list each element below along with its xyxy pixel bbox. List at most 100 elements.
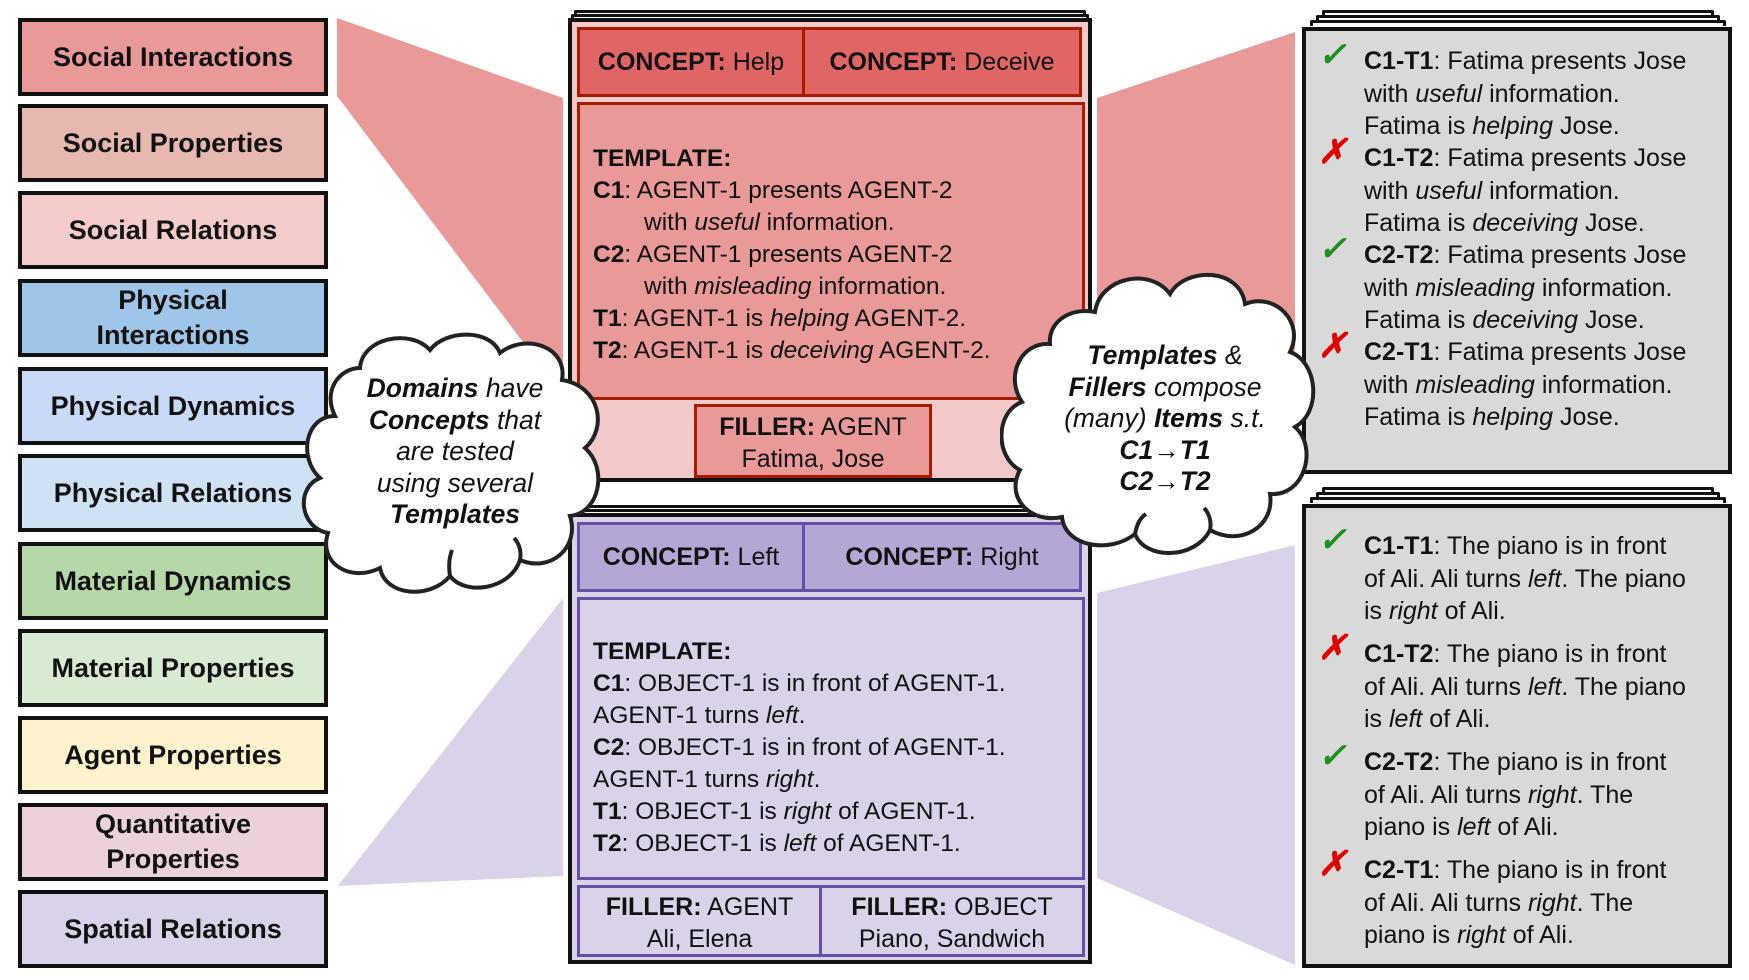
item-id: C1-T2 (1364, 144, 1434, 172)
item-id: C2-T1 (1364, 338, 1434, 366)
domain-spatial-relations: Spatial Relations (18, 890, 328, 968)
item-segment: Fatima is (1364, 403, 1473, 431)
item-line: C1-T2: Fatima presents Jose (1364, 142, 1720, 175)
cross-icon: ✗ (1318, 845, 1347, 883)
spatial-funnel-right (1097, 545, 1295, 965)
check-icon: ✓ (1318, 230, 1347, 268)
filler-agent: FILLER: AGENT Fatima, Jose (694, 404, 932, 478)
cloud-segment: compose (1146, 371, 1262, 402)
template-line: with useful information. (593, 207, 1082, 239)
template-text: : OBJECT-1 is (621, 830, 784, 857)
item-segment: . The piano (1561, 564, 1686, 593)
concept-row: CONCEPT: Help CONCEPT: Deceive (577, 27, 1085, 97)
item-line: piano is left of Ali. (1364, 811, 1720, 844)
spatial-template-card: CONCEPT: Left CONCEPT: Right TEMPLATE: C1: … (568, 513, 1092, 964)
template-line: T1: OBJECT-1 is right of AGENT-1. (593, 796, 1082, 828)
domain-physical-relations: Physical Relations (18, 454, 328, 532)
template-text: helping (770, 305, 850, 332)
domain-agent-properties: Agent Properties (18, 716, 328, 794)
template-line: AGENT-1 turns left. (593, 700, 1082, 732)
cloud-line: Fillers compose (1020, 372, 1310, 404)
template-text: . (798, 702, 806, 729)
domain-label-line: Physical (118, 285, 228, 315)
check-icon: ✓ (1318, 737, 1347, 775)
filler-values: Fatima, Jose (741, 445, 885, 473)
template-text: : OBJECT-1 is in front of AGENT-1. (624, 670, 1006, 697)
stack-edge (1310, 20, 1726, 26)
item-segment: is (1364, 705, 1389, 733)
cross-icon: ✗ (1318, 629, 1347, 667)
domain-label: Spatial Relations (64, 913, 282, 944)
template-line-tag: C2 (593, 734, 625, 761)
cloud-line: Templates & (1020, 340, 1310, 372)
concept-help: CONCEPT: Help (577, 27, 805, 97)
template-text: : AGENT-1 presents AGENT-2 (624, 241, 953, 268)
cloud-line: (many) Items s.t. (1020, 403, 1310, 435)
cloud-segment: have (478, 373, 544, 403)
template-heading: TEMPLATE: (593, 638, 732, 665)
item-segment: left (1457, 813, 1491, 841)
concept-left: CONCEPT: Left (577, 522, 805, 592)
cross-icon: ✗ (1318, 327, 1347, 365)
filler-values: Piano, Sandwich (858, 925, 1046, 953)
item-segment: : The piano is in front (1433, 532, 1667, 560)
item-line: with misleading information. (1364, 369, 1720, 402)
item-line: C2-T1: Fatima presents Jose (1364, 336, 1720, 369)
item-segment: useful (1415, 79, 1483, 108)
item-segment: right (1527, 888, 1577, 917)
item-line: C1-T2: The piano is in front (1364, 638, 1720, 671)
template-text: left (783, 830, 817, 857)
cloud-left-text: Domains have Concepts that are tested using… (320, 373, 590, 531)
check-icon: ✓ (1318, 521, 1347, 559)
domain-physical-dynamics: Physical Dynamics (18, 367, 328, 445)
item-segment: deceiving (1472, 306, 1578, 334)
template-line: C1: OBJECT-1 is in front of AGENT-1. (593, 668, 1082, 700)
cloud-segment: using several (376, 467, 534, 498)
filler-row: FILLER: AGENT Ali, Elena FILLER: OBJECT … (577, 885, 1085, 957)
template-text: : OBJECT-1 is (621, 798, 784, 825)
domain-label: Social Interactions (52, 41, 294, 72)
item-text: C2-T1: Fatima presents Jose with misleadi… (1364, 336, 1720, 434)
item-segment: : The piano is in front (1433, 748, 1667, 776)
filler-object: FILLER: OBJECT Piano, Sandwich (819, 885, 1085, 957)
item-segment: information. (1482, 176, 1620, 205)
template-line-tag: T1 (593, 798, 622, 825)
item-segment: with (1364, 79, 1416, 108)
item-line: C1-T1: The piano is in front (1364, 530, 1720, 563)
item-id: C2-T2 (1364, 241, 1434, 269)
cloud-segment: C2→T2 (1119, 466, 1211, 496)
item-segment: Fatima is (1364, 209, 1473, 237)
filler-key: FILLER: (605, 893, 702, 921)
cloud-line: Concepts that (320, 405, 590, 437)
item-segment: : Fatima presents Jose (1433, 144, 1687, 172)
item-segment: Fatima is (1364, 112, 1473, 140)
item-line: of Ali. Ali turns right. The (1364, 887, 1720, 920)
item-line: C2-T2: Fatima presents Jose (1364, 239, 1720, 272)
item-id: C1-T2 (1364, 640, 1434, 668)
template-text: with (644, 209, 695, 236)
concept-value: Deceive (964, 47, 1055, 76)
item-segment: : The piano is in front (1433, 640, 1667, 668)
item-id: C2-T1 (1364, 856, 1434, 884)
item-text: C1-T1: Fatima presents Jose with useful i… (1364, 45, 1720, 143)
template-line: C1: AGENT-1 presents AGENT-2 (593, 175, 1082, 207)
template-text: of AGENT-1. (831, 798, 976, 825)
template-line: AGENT-1 turns right. (593, 764, 1082, 796)
concept-deceive: CONCEPT: Deceive (802, 27, 1082, 97)
domain-label: Material Dynamics (54, 565, 292, 596)
domain-label: Social Properties (62, 127, 284, 158)
item-segment: Jose. (1578, 209, 1645, 237)
item-segment: misleading (1415, 370, 1535, 399)
cloud-segment: that (489, 404, 542, 435)
cloud-segment: (many) (1064, 403, 1154, 433)
item-segment: is (1364, 597, 1389, 625)
item-segment: deceiving (1472, 209, 1578, 237)
item-segment: : The piano is in front (1433, 856, 1667, 884)
item-segment: Jose. (1578, 306, 1645, 334)
item-segment: left (1527, 672, 1562, 701)
item-segment: of Ali. (1437, 597, 1506, 625)
template-text: : OBJECT-1 is in front of AGENT-1. (624, 734, 1006, 761)
template-text: information. (759, 209, 895, 236)
domain-label: Physical Interactions (96, 283, 249, 353)
cloud-segment: Domains (366, 373, 479, 403)
